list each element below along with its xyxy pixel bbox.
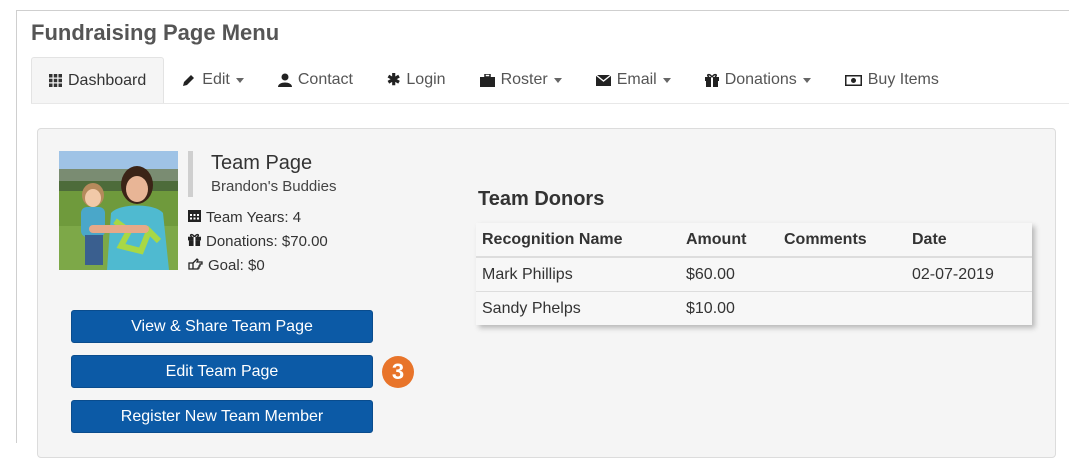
date-cell <box>906 292 1032 326</box>
chevron-down-icon <box>235 77 244 83</box>
nav-buy-items[interactable]: Buy Items <box>828 57 956 103</box>
user-icon <box>277 73 292 87</box>
goal-stat: Goal: $0 <box>188 253 328 277</box>
view-share-team-page-button[interactable]: View & Share Team Page <box>71 310 373 343</box>
grid-icon <box>49 74 62 87</box>
nav-label: Buy Items <box>867 71 939 88</box>
money-icon <box>844 74 862 86</box>
chevron-down-icon <box>802 77 811 83</box>
nav-label: Email <box>616 71 657 88</box>
menu-title: Fundraising Page Menu <box>31 20 280 45</box>
nav-label: Dashboard <box>68 71 147 89</box>
recognition-name-cell: Mark Phillips <box>476 257 680 292</box>
edit-team-page-button[interactable]: Edit Team Page <box>71 355 373 388</box>
nav-label: Roster <box>500 71 548 88</box>
team-page-title: Team Page <box>211 152 313 174</box>
team-donations: Donations: $70.00 <box>206 232 328 250</box>
nav-contact[interactable]: Contact <box>261 57 370 103</box>
date-cell: 02-07-2019 <box>906 257 1032 292</box>
main-nav: Dashboard Edit Contact ✱ Login Roster Em… <box>31 57 956 103</box>
calendar-icon <box>188 209 206 226</box>
step-number-badge: 3 <box>382 356 414 388</box>
chevron-down-icon <box>553 77 562 83</box>
table-header-row: Recognition Name Amount Comments Date <box>476 223 1032 258</box>
recognition-name-cell: Sandy Phelps <box>482 299 581 317</box>
team-years-stat: Team Years: 4 <box>188 205 328 229</box>
comments-cell <box>778 292 906 326</box>
column-header: Amount <box>680 223 778 258</box>
team-goal: Goal: $0 <box>208 256 265 274</box>
chevron-down-icon <box>662 77 671 83</box>
nav-label: Contact <box>297 71 353 88</box>
column-header: Recognition Name <box>476 223 680 258</box>
donations-stat: Donations: $70.00 <box>188 229 328 253</box>
pencil-icon <box>181 73 196 88</box>
nav-donations[interactable]: Donations <box>688 57 828 103</box>
nav-dashboard[interactable]: Dashboard <box>31 57 165 103</box>
comments-cell <box>778 257 906 292</box>
nav-label: Edit <box>202 71 230 88</box>
column-header: Date <box>906 223 1032 258</box>
nav-login[interactable]: ✱ Login <box>370 57 463 103</box>
nav-label: Donations <box>724 71 797 88</box>
nav-email[interactable]: Email <box>579 57 688 103</box>
nav-roster[interactable]: Roster <box>463 57 579 103</box>
team-years: Team Years: 4 <box>206 208 302 226</box>
team-donors-title: Team Donors <box>478 188 605 210</box>
table-row: Sandy Phelps $10.00 <box>476 292 1032 326</box>
briefcase-icon <box>479 73 495 87</box>
hand-pointer-icon <box>188 257 208 274</box>
table-row: Mark Phillips $60.00 02-07-2019 <box>476 257 1032 292</box>
team-photo <box>59 151 178 270</box>
envelope-icon <box>595 74 611 86</box>
gift-icon <box>188 233 206 250</box>
column-header: Comments <box>778 223 906 258</box>
register-team-member-button[interactable]: Register New Team Member <box>71 400 373 433</box>
team-donors-table: Recognition Name Amount Comments Date Ma… <box>476 223 1032 325</box>
team-name: Brandon's Buddies <box>211 178 337 195</box>
team-header: Team Page Brandon's Buddies <box>188 151 336 197</box>
nav-edit[interactable]: Edit <box>164 57 261 103</box>
amount-cell: $60.00 <box>680 257 778 292</box>
nav-divider <box>31 103 1069 104</box>
amount-cell: $10.00 <box>686 299 735 317</box>
asterisk-icon: ✱ <box>387 72 401 89</box>
nav-label: Login <box>406 71 446 88</box>
gift-icon <box>704 73 719 87</box>
team-stats: Team Years: 4 Donations: $70.00 Goal: $0 <box>188 205 328 277</box>
